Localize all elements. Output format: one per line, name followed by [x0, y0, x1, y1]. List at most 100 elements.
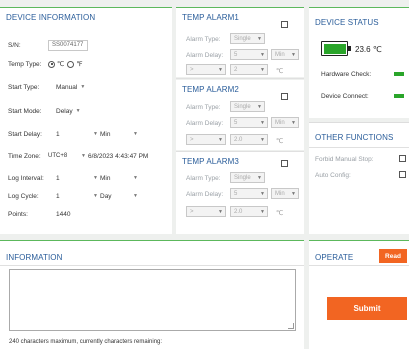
alarm-1-temp-select[interactable]: 2 ▼	[230, 64, 268, 75]
log-cycle-row: Log Cycle: 1 ▼ Day ▼	[8, 190, 140, 202]
temp-alarm-3-title: TEMP ALARM3	[182, 157, 239, 166]
operate-title: OPERATE	[315, 253, 354, 262]
temp-alarm-1-checkbox[interactable]	[281, 21, 288, 28]
chevron-down-icon: ▼	[218, 66, 223, 73]
points-row: Points: 1440	[8, 208, 70, 220]
device-information-panel: DEVICE INFORMATION S/N: SS0074177 Temp T…	[0, 7, 172, 234]
alarm-3-temp-select[interactable]: 2.0 ▼	[230, 206, 268, 217]
start-delay-unit: Min	[100, 130, 111, 138]
temp-alarm-2-checkbox[interactable]	[281, 93, 288, 100]
chevron-down-icon: ▼	[93, 193, 98, 199]
start-type-row: Start Type: Manual ▼	[8, 81, 87, 93]
sn-row: S/N: SS0074177	[8, 39, 88, 51]
points-value: 1440	[56, 210, 71, 218]
start-mode-select[interactable]: Delay ▼	[56, 108, 83, 115]
chevron-down-icon: ▼	[75, 108, 81, 114]
hardware-check-label: Hardware Check:	[321, 71, 372, 78]
chevron-down-icon: ▼	[81, 153, 86, 159]
textarea-resize-handle[interactable]	[288, 323, 294, 329]
alarm-2-delay-unit-select[interactable]: Min ▼	[271, 117, 299, 128]
submit-button[interactable]: Submit	[327, 297, 407, 320]
alarm-1-comparator: >	[190, 66, 194, 73]
celsius-radio[interactable]	[48, 60, 55, 68]
alarm-3-type-value: Single	[234, 174, 251, 181]
chevron-down-icon: ▼	[257, 103, 262, 110]
temp-alarm-2-panel: TEMP ALARM2 Alarm Type: Single ▼ Alarm D…	[176, 80, 304, 150]
log-cycle-select[interactable]: 1 ▼	[56, 193, 100, 200]
alarm-1-temp: 2	[234, 66, 238, 73]
log-interval-select[interactable]: 1 ▼	[56, 175, 100, 182]
device-connect-label: Device Connect:	[321, 93, 369, 100]
time-zone-label: Time Zone:	[8, 152, 41, 160]
sn-input[interactable]: SS0074177	[48, 39, 88, 51]
points-label: Points:	[8, 210, 28, 218]
log-interval-unit: Min	[100, 174, 111, 182]
other-functions-title: OTHER FUNCTIONS	[315, 133, 394, 142]
battery-icon	[321, 41, 351, 56]
chevron-down-icon: ▼	[260, 51, 265, 58]
alarm-2-temp-select[interactable]: 2.0 ▼	[230, 134, 268, 145]
celsius-label: ℃	[57, 61, 65, 68]
other-functions-divider	[309, 147, 409, 148]
auto-config-checkbox[interactable]	[399, 171, 406, 178]
chevron-down-icon: ▼	[257, 174, 262, 181]
start-delay-unit-select[interactable]: Min ▼	[100, 131, 140, 138]
chevron-down-icon: ▼	[80, 84, 86, 90]
chevron-down-icon: ▼	[260, 190, 265, 197]
alarm-2-delay-value: 5	[234, 119, 238, 126]
alarm-divider-1	[176, 78, 304, 79]
log-interval-unit-select[interactable]: Min ▼	[100, 175, 140, 182]
temp-type-row: Temp Type: ℃ ℉	[8, 58, 83, 70]
device-status-panel: DEVICE STATUS 23.6 ℃ Hardware Check: Dev…	[309, 7, 409, 118]
chevron-down-icon: ▼	[260, 208, 265, 215]
log-cycle-unit-select[interactable]: Day ▼	[100, 193, 140, 200]
alarm-1-type-value: Single	[234, 35, 251, 42]
temp-alarm-1-panel: TEMP ALARM1 Alarm Type: Single ▼ Alarm D…	[176, 7, 304, 77]
alarm-1-unit: ℃	[276, 68, 284, 75]
alarm-3-delay-value: 5	[234, 190, 238, 197]
time-zone-select[interactable]: UTC+8 ▼	[48, 153, 88, 159]
alarm-2-comparator-select[interactable]: > ▼	[186, 134, 226, 145]
hardware-check-indicator	[394, 72, 404, 76]
alarm-3-comparator: >	[190, 208, 194, 215]
alarm-2-type-label: Alarm Type:	[186, 104, 221, 111]
chevron-down-icon: ▼	[291, 51, 296, 58]
fahrenheit-radio[interactable]	[67, 60, 75, 68]
device-information-title: DEVICE INFORMATION	[6, 13, 96, 22]
information-title: INFORMATION	[6, 253, 63, 262]
start-delay-select[interactable]: 1 ▼	[56, 131, 100, 138]
start-mode-row: Start Mode: Delay ▼	[8, 105, 83, 117]
start-mode-label: Start Mode:	[8, 107, 42, 115]
alarm-1-delay-value: 5	[234, 51, 238, 58]
alarm-1-type-select[interactable]: Single ▼	[230, 33, 265, 44]
alarm-3-delay-unit-select[interactable]: Min ▼	[271, 188, 299, 199]
temp-alarm-2-title: TEMP ALARM2	[182, 85, 239, 94]
alarm-2-type-select[interactable]: Single ▼	[230, 101, 265, 112]
temp-alarm-3-checkbox[interactable]	[281, 160, 288, 167]
forbid-manual-stop-checkbox[interactable]	[399, 155, 406, 162]
start-mode-value: Delay	[56, 107, 73, 115]
information-textarea[interactable]	[9, 269, 296, 331]
log-interval-row: Log Interval: 1 ▼ Min ▼	[8, 172, 140, 184]
chevron-down-icon: ▼	[291, 190, 296, 197]
alarm-3-delay-select[interactable]: 5 ▼	[230, 188, 268, 199]
log-cycle-unit: Day	[100, 192, 112, 200]
alarm-1-comparator-select[interactable]: > ▼	[186, 64, 226, 75]
information-panel: INFORMATION 240 characters maximum, curr…	[0, 240, 304, 349]
alarm-2-temp: 2.0	[234, 136, 243, 143]
read-button[interactable]: Read	[379, 249, 407, 263]
information-divider	[0, 265, 304, 266]
alarm-1-delay-select[interactable]: 5 ▼	[230, 49, 268, 60]
fahrenheit-label: ℉	[76, 61, 83, 68]
start-type-select[interactable]: Manual ▼	[56, 84, 87, 91]
alarm-1-type-label: Alarm Type:	[186, 36, 221, 43]
chevron-down-icon: ▼	[218, 208, 223, 215]
battery-fill	[323, 43, 346, 54]
alarm-2-delay-select[interactable]: 5 ▼	[230, 117, 268, 128]
time-zone-row: Time Zone: UTC+8 ▼ 6/8/2023 4:43:47 PM	[8, 150, 148, 162]
chevron-down-icon: ▼	[133, 131, 138, 137]
alarm-1-delay-unit-select[interactable]: Min ▼	[271, 49, 299, 60]
alarm-3-comparator-select[interactable]: > ▼	[186, 206, 226, 217]
alarm-3-type-select[interactable]: Single ▼	[230, 172, 265, 183]
alarm-2-unit: ℃	[276, 138, 284, 145]
